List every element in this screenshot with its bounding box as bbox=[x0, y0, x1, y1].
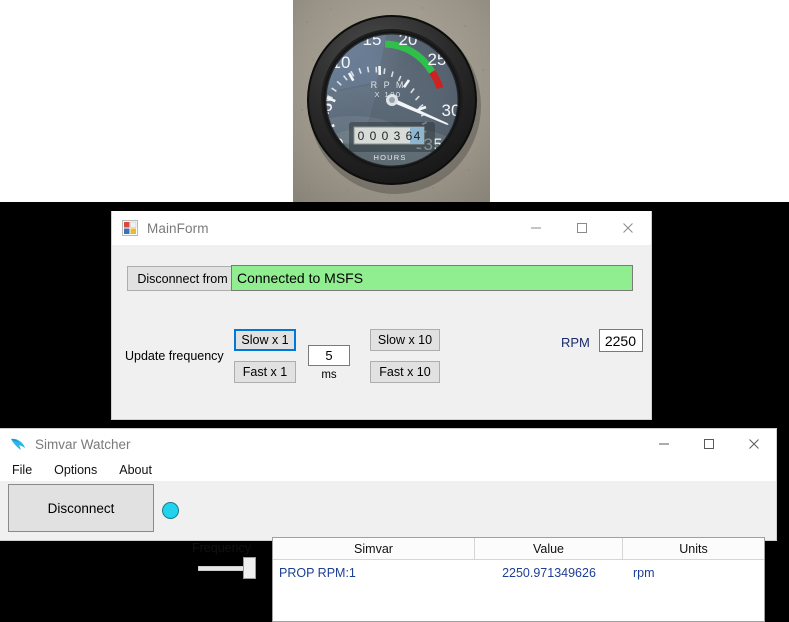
slow-x1-button[interactable]: Slow x 1 bbox=[234, 329, 296, 351]
rpm-label: RPM bbox=[561, 335, 590, 350]
maximize-icon bbox=[703, 438, 715, 450]
slow-x10-button[interactable]: Slow x 10 bbox=[370, 329, 440, 351]
svg-text:6: 6 bbox=[406, 129, 413, 143]
watcher-maximize-button[interactable] bbox=[686, 429, 731, 459]
cell-value: 2250.971349626 bbox=[475, 560, 623, 585]
simvar-watcher-window: Simvar Watcher bbox=[0, 428, 777, 541]
menu-file[interactable]: File bbox=[8, 462, 36, 478]
mainform-window: MainForm bbox=[111, 211, 652, 420]
mainform-titlebar[interactable]: MainForm bbox=[112, 211, 651, 246]
svg-text:0: 0 bbox=[382, 129, 389, 143]
watcher-minimize-button[interactable] bbox=[641, 429, 686, 459]
bird-icon bbox=[9, 435, 27, 453]
watcher-body: Disconnect Frequency Simvar Value Units … bbox=[0, 481, 776, 540]
close-icon bbox=[748, 438, 760, 450]
menu-about[interactable]: About bbox=[115, 462, 156, 478]
windows-form-icon bbox=[122, 220, 138, 236]
interval-input[interactable]: 5 bbox=[308, 345, 350, 366]
minimize-icon bbox=[658, 438, 670, 450]
maximize-button[interactable] bbox=[559, 211, 605, 245]
svg-text:0: 0 bbox=[370, 129, 377, 143]
watcher-window-controls bbox=[641, 429, 776, 459]
interval-units-label: ms bbox=[308, 369, 350, 381]
frequency-slider-thumb[interactable] bbox=[243, 557, 256, 579]
frequency-label: Frequency bbox=[192, 541, 251, 555]
minimize-icon bbox=[530, 222, 542, 234]
mainform-window-controls bbox=[513, 211, 651, 245]
column-header-units[interactable]: Units bbox=[623, 538, 764, 559]
svg-text:R P M: R P M bbox=[371, 80, 406, 90]
connection-led-indicator bbox=[162, 502, 179, 519]
maximize-icon bbox=[576, 222, 588, 234]
watcher-titlebar[interactable]: Simvar Watcher bbox=[0, 429, 776, 459]
update-frequency-label: Update frequency bbox=[125, 349, 224, 363]
desktop-background: 0 5 10 15 20 25 30 35 R P M X 100 bbox=[0, 0, 789, 541]
svg-text:HOURS: HOURS bbox=[373, 153, 406, 162]
cell-units: rpm bbox=[623, 560, 764, 585]
minimize-button[interactable] bbox=[513, 211, 559, 245]
aircraft-tachometer-photo: 0 5 10 15 20 25 30 35 R P M X 100 bbox=[293, 0, 490, 202]
disconnect-from-button[interactable]: Disconnect from bbox=[127, 266, 238, 291]
table-row[interactable]: PROP RPM:1 2250.971349626 rpm bbox=[273, 560, 764, 585]
mainform-title: MainForm bbox=[147, 221, 209, 236]
svg-text:3: 3 bbox=[394, 129, 401, 143]
mainform-body: Disconnect from Connected to MSFS Update… bbox=[112, 245, 651, 419]
svg-text:4: 4 bbox=[414, 129, 421, 143]
svg-text:0: 0 bbox=[358, 129, 365, 143]
menu-options[interactable]: Options bbox=[50, 462, 101, 478]
rpm-value-field: 2250 bbox=[599, 329, 643, 352]
disconnect-button[interactable]: Disconnect bbox=[8, 484, 154, 532]
column-header-simvar[interactable]: Simvar bbox=[273, 538, 475, 559]
fast-x10-button[interactable]: Fast x 10 bbox=[370, 361, 440, 383]
simvar-grid-header: Simvar Value Units bbox=[273, 538, 764, 560]
cell-simvar: PROP RPM:1 bbox=[273, 560, 475, 585]
watcher-close-button[interactable] bbox=[731, 429, 776, 459]
close-button[interactable] bbox=[605, 211, 651, 245]
close-icon bbox=[622, 222, 634, 234]
connection-status-field: Connected to MSFS bbox=[231, 265, 633, 291]
fast-x1-button[interactable]: Fast x 1 bbox=[234, 361, 296, 383]
simvar-grid: Simvar Value Units PROP RPM:1 2250.97134… bbox=[272, 537, 765, 622]
watcher-menubar: File Options About bbox=[0, 459, 776, 481]
column-header-value[interactable]: Value bbox=[475, 538, 623, 559]
watcher-title: Simvar Watcher bbox=[35, 437, 131, 452]
